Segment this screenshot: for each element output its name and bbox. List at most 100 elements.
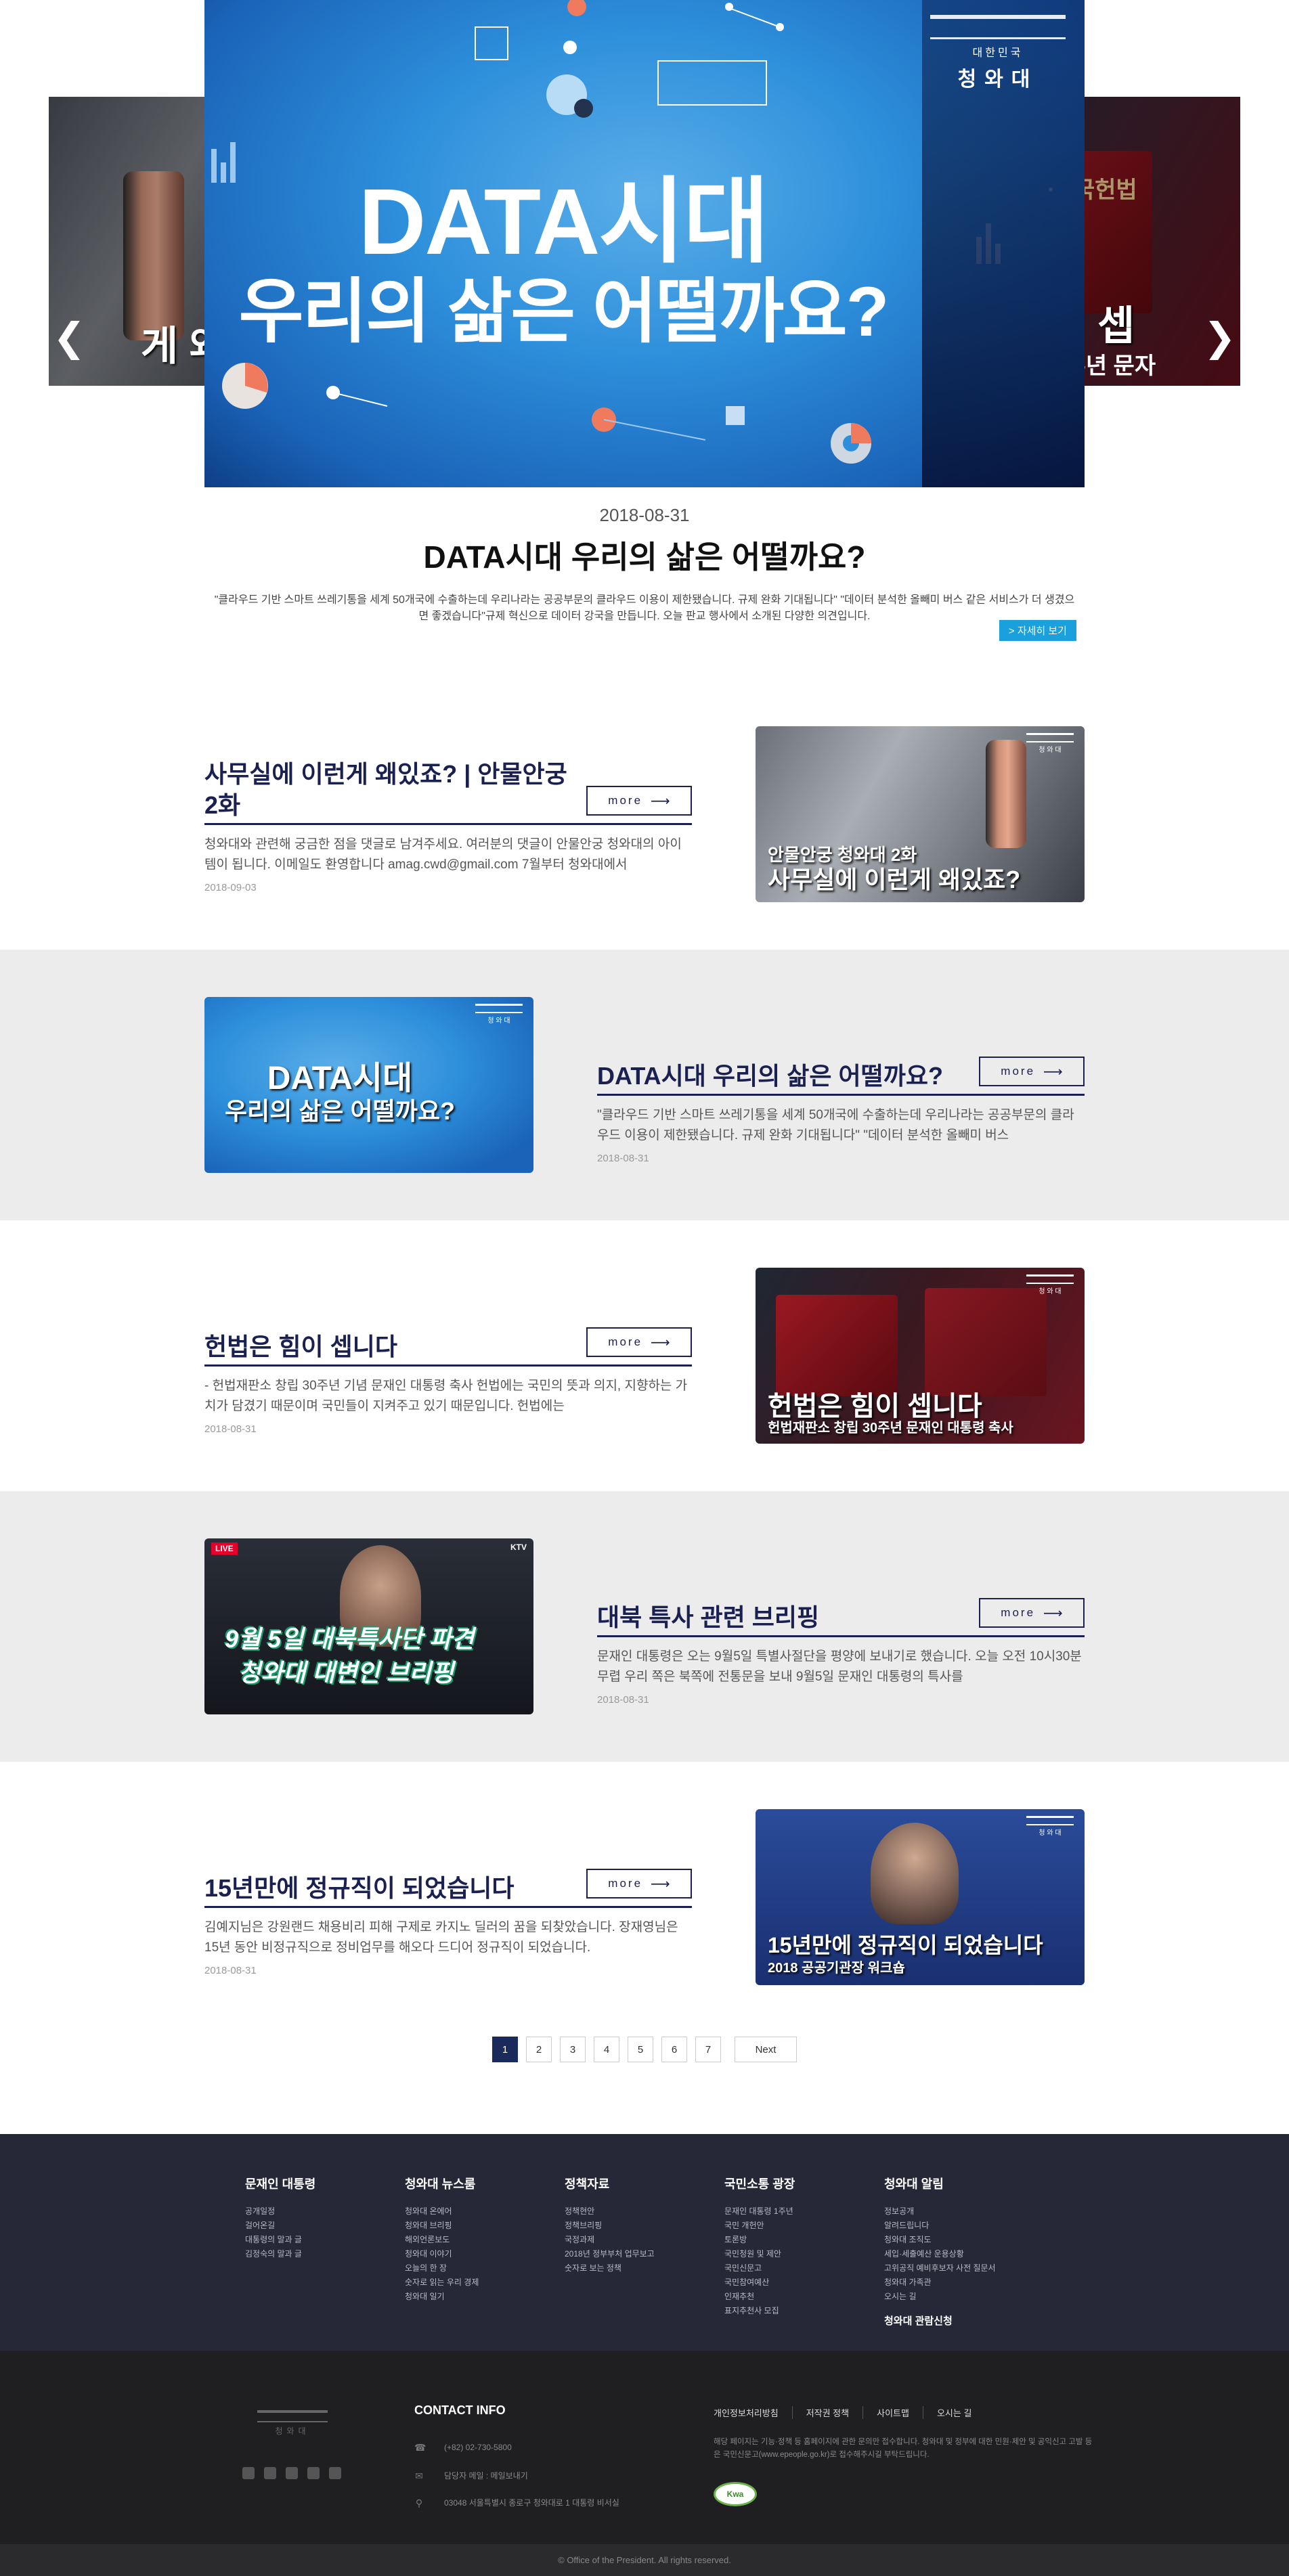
post-thumbnail[interactable]: 청 와 대 헌법은 힘이 셉니다 헌법재판소 창립 30주년 문재인 대통령 축…	[756, 1268, 1085, 1444]
youtube-icon[interactable]	[329, 2467, 341, 2479]
footer-link[interactable]: 문재인 대통령 1주년	[724, 2204, 884, 2219]
footer-link[interactable]: 정책브리핑	[565, 2219, 724, 2233]
featured-detail-button[interactable]: > 자세히 보기	[999, 620, 1076, 641]
post-title[interactable]: 대북 특사 관련 브리핑	[597, 1602, 976, 1633]
footer-link[interactable]: 국민 개헌안	[724, 2219, 884, 2233]
footer-link[interactable]: 정책현안	[565, 2204, 724, 2219]
page-button-6[interactable]: 6	[661, 2037, 687, 2062]
footer-link[interactable]: 공개일정	[245, 2204, 405, 2219]
page-button-1[interactable]: 1	[492, 2037, 518, 2062]
post-thumbnail[interactable]: LIVE KTV 9월 5일 대북특사단 파견 청와대 대변인 브리핑	[204, 1538, 533, 1714]
phone-icon: ☎	[414, 2442, 427, 2453]
footer-link[interactable]: 세입·세출예산 운용상황	[884, 2247, 1044, 2261]
footer-link[interactable]: 청와대 일기	[405, 2290, 565, 2304]
footer-link[interactable]: 국민참여예산	[724, 2275, 884, 2290]
next-page-button[interactable]: Next	[735, 2037, 797, 2062]
footer-link[interactable]: 오늘의 한 장	[405, 2261, 565, 2275]
directions-link[interactable]: 오시는 길	[922, 2406, 985, 2419]
footer-link[interactable]: 표지추천사 모집	[724, 2304, 884, 2318]
privacy-policy-link[interactable]: 개인정보처리방침	[714, 2406, 792, 2419]
page-button-3[interactable]: 3	[560, 2037, 586, 2062]
page-button-2[interactable]: 2	[526, 2037, 552, 2062]
more-button[interactable]: more ⟶	[586, 1869, 692, 1898]
footer-link[interactable]: 숫자로 보는 정책	[565, 2261, 724, 2275]
footer-link[interactable]: 대통령의 말과 글	[245, 2233, 405, 2247]
post-description: 김예지님은 강원랜드 채용비리 피해 구제로 카지노 딜러의 꿈을 되찾았습니다…	[204, 1920, 678, 1955]
post-thumbnail[interactable]: 청 와 대 안물안궁 청와대 2화 사무실에 이런게 왜있죠?	[756, 726, 1085, 902]
footer-link[interactable]: 걸어온길	[245, 2219, 405, 2233]
footer-link[interactable]: 청와대 브리핑	[405, 2219, 565, 2233]
title-underline	[597, 1094, 1085, 1096]
more-button[interactable]: more ⟶	[979, 1598, 1085, 1628]
blue-house-roof-icon	[257, 2410, 328, 2422]
arrow-right-icon: ⟶	[651, 793, 670, 809]
post-title[interactable]: 15년만에 정규직이 되었습니다	[204, 1873, 584, 1904]
page-button-7[interactable]: 7	[695, 2037, 721, 2062]
blog-icon[interactable]	[264, 2467, 276, 2479]
footer-logo: 청와대	[252, 2410, 333, 2437]
arrow-right-icon: ⟶	[1043, 1605, 1063, 1621]
live-badge: LIVE	[211, 1542, 238, 1555]
footer-link[interactable]: 고위공직 예비후보자 사전 질문서	[884, 2261, 1044, 2275]
footer-link[interactable]: 2018년 정부부처 업무보고	[565, 2247, 724, 2261]
footer-link[interactable]: 해외언론보도	[405, 2233, 565, 2247]
more-button[interactable]: more ⟶	[979, 1057, 1085, 1086]
cheongwadae-mini-logo: 청 와 대	[1022, 732, 1078, 771]
social-links	[242, 2467, 341, 2479]
carousel-main-slide[interactable]: DATA시대 우리의 삶은 어떨까요? 대한민국 청와대	[204, 0, 1085, 487]
featured-article: 2018-08-31 DATA시대 우리의 삶은 어떨까요? "클라우드 기반 …	[0, 487, 1289, 679]
copyright-policy-link[interactable]: 저작권 정책	[791, 2406, 862, 2419]
footer-link[interactable]: 청와대 조직도	[884, 2233, 1044, 2247]
arrow-right-icon: ⟶	[651, 1335, 670, 1350]
contact-phone: ☎ (+82) 02-730-5800	[414, 2442, 512, 2453]
post-date: 2018-08-31	[204, 1965, 257, 1976]
footer-link[interactable]: 숫자로 읽는 우리 경제	[405, 2275, 565, 2290]
tour-request-link[interactable]: 청와대 관람신청	[884, 2313, 1044, 2328]
title-underline	[204, 823, 692, 825]
post-row: LIVE KTV 9월 5일 대북특사단 파견 청와대 대변인 브리핑 대북 특…	[0, 1491, 1289, 1762]
featured-description: "클라우드 기반 스마트 쓰레기통을 세계 50개국에 수출하는데 우리나라는 …	[214, 594, 1075, 622]
post-thumbnail[interactable]: 청 와 대 15년만에 정규직이 되었습니다 2018 공공기관장 워크숍	[756, 1809, 1085, 1985]
ktv-logo: KTV	[510, 1542, 527, 1552]
footer-link[interactable]: 인재추천	[724, 2290, 884, 2304]
footer-link[interactable]: 오시는 길	[884, 2290, 1044, 2304]
footer-sitemap: 문재인 대통령 공개일정 걸어온길 대통령의 말과 글 김정숙의 말과 글 청와…	[0, 2134, 1289, 2351]
arrow-right-icon: ⟶	[651, 1876, 670, 1892]
post-title[interactable]: DATA시대 우리의 삶은 어떨까요?	[597, 1061, 976, 1092]
contact-email[interactable]: ✉ 담당자 메일 : 메일보내기	[414, 2470, 528, 2481]
post-row: 사무실에 이런게 왜있죠? | 안물안궁 2화 more ⟶ 청와대와 관련해 궁…	[0, 679, 1289, 950]
featured-title[interactable]: DATA시대 우리의 삶은 어떨까요?	[0, 533, 1289, 577]
footer-link[interactable]: 국민신문고	[724, 2261, 884, 2275]
sitemap-link[interactable]: 사이트맵	[862, 2406, 923, 2419]
footer-column-newsroom: 청와대 뉴스룸 청와대 온에어 청와대 브리핑 해외언론보도 청와대 이야기 오…	[405, 2175, 565, 2328]
footer-link[interactable]: 알려드립니다	[884, 2219, 1044, 2233]
footer-link[interactable]: 청와대 가족관	[884, 2275, 1044, 2290]
more-button[interactable]: more ⟶	[586, 1327, 692, 1357]
post-title[interactable]: 사무실에 이런게 왜있죠? | 안물안궁 2화	[204, 759, 584, 821]
footer-link[interactable]: 청와대 온에어	[405, 2204, 565, 2219]
cheongwadae-mini-logo: 청 와 대	[1022, 1273, 1078, 1312]
page-button-4[interactable]: 4	[594, 2037, 619, 2062]
more-button[interactable]: more ⟶	[586, 786, 692, 816]
post-title[interactable]: 헌법은 힘이 셉니다	[204, 1331, 584, 1362]
carousel-next-arrow-icon[interactable]: ❯	[1203, 318, 1236, 357]
page-button-5[interactable]: 5	[628, 2037, 653, 2062]
twitter-icon[interactable]	[286, 2467, 298, 2479]
post-thumbnail[interactable]: 청 와 대 DATA시대 우리의 삶은 어떨까요?	[204, 997, 533, 1173]
instagram-icon[interactable]	[307, 2467, 320, 2479]
footer-link[interactable]: 김정숙의 말과 글	[245, 2247, 405, 2261]
footer-link[interactable]: 국민청원 및 제안	[724, 2247, 884, 2261]
title-underline	[204, 1364, 692, 1367]
carousel-prev-arrow-icon[interactable]: ❮	[53, 318, 86, 357]
footer-link[interactable]: 토론방	[724, 2233, 884, 2247]
post-row: 15년만에 정규직이 되었습니다 more ⟶ 김예지님은 강원랜드 채용비리 피…	[0, 1762, 1289, 2033]
hero-carousel: 게 왜있죠? 대한민국헌법 은 힘이 셉 소 창립 30주년 문자 ❮ ❯	[0, 0, 1289, 487]
footer-link[interactable]: 국정과제	[565, 2233, 724, 2247]
hero-title-line2: 우리의 삶은 어떨까요?	[238, 273, 889, 351]
footer-column-square: 국민소통 광장 문재인 대통령 1주년 국민 개헌안 토론방 국민청원 및 제안…	[724, 2175, 884, 2328]
post-date: 2018-08-31	[597, 1694, 649, 1706]
facebook-icon[interactable]	[242, 2467, 255, 2479]
footer-link[interactable]: 정보공개	[884, 2204, 1044, 2219]
title-underline	[597, 1635, 1085, 1637]
footer-link[interactable]: 청와대 이야기	[405, 2247, 565, 2261]
